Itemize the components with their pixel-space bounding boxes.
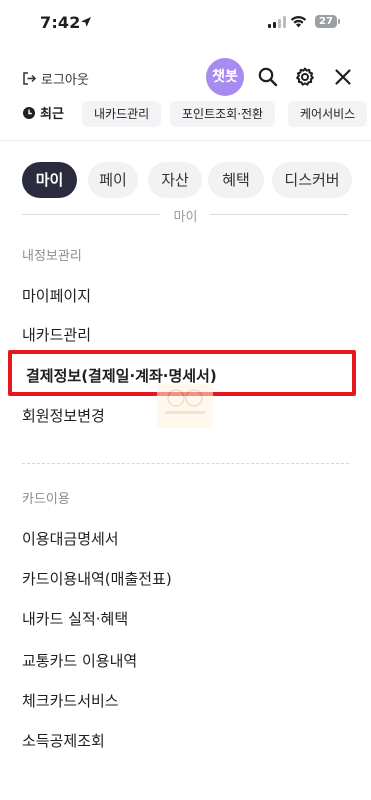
close-icon[interactable]	[332, 66, 354, 88]
menu-item-mypage[interactable]: 마이페이지	[22, 285, 91, 306]
tab-discover[interactable]: 디스커버	[272, 162, 352, 198]
wifi-icon	[290, 16, 307, 28]
group-title-my-info: 내정보관리	[22, 249, 82, 264]
recent-chip[interactable]: 내카드관리	[82, 101, 162, 127]
menu-item-member-info[interactable]: 회원정보변경	[22, 405, 105, 426]
clock-icon	[23, 106, 35, 119]
location-arrow-icon	[81, 17, 91, 27]
section-title: 마이	[173, 210, 198, 225]
header-divider	[0, 140, 371, 141]
tab-asset[interactable]: 자산	[148, 162, 202, 198]
logout-icon	[23, 71, 37, 85]
search-icon[interactable]	[257, 66, 279, 88]
recent-chip[interactable]: 포인트조회·전환	[170, 101, 276, 127]
menu-item-statement[interactable]: 이용대금명세서	[22, 528, 119, 549]
recent-label: 최근	[22, 103, 64, 122]
watermark-logo	[157, 384, 213, 428]
menu-item-payment-info[interactable]: 결제정보(결제일·계좌·명세서)	[26, 365, 217, 386]
gear-icon[interactable]	[294, 66, 316, 88]
menu-item-tax-deduction[interactable]: 소득공제조회	[22, 730, 105, 751]
battery-indicator: 27	[315, 15, 337, 28]
recent-chip[interactable]: 케어서비스	[288, 101, 368, 127]
chatbot-button[interactable]: 챗봇	[206, 58, 244, 96]
menu-item-card-manage[interactable]: 내카드관리	[22, 324, 91, 345]
cellular-signal-icon	[268, 16, 286, 28]
status-time: 7:42	[40, 13, 81, 32]
logout-button[interactable]: 로그아웃	[22, 69, 89, 88]
tab-my[interactable]: 마이	[22, 162, 77, 198]
section-line-right	[210, 214, 348, 215]
tab-benefit[interactable]: 혜택	[208, 162, 264, 198]
tab-pay[interactable]: 페이	[88, 162, 138, 198]
menu-item-check-card[interactable]: 체크카드서비스	[22, 690, 119, 711]
recent-text: 최근	[40, 107, 64, 122]
menu-item-card-history[interactable]: 카드이용내역(매출전표)	[22, 568, 172, 589]
group-title-card-use: 카드이용	[22, 492, 70, 507]
menu-item-transit-history[interactable]: 교통카드 이용내역	[22, 650, 137, 671]
status-bar: 7:42 27	[0, 0, 371, 46]
section-heading: 마이	[0, 204, 371, 225]
group-divider	[22, 463, 349, 464]
logout-label: 로그아웃	[41, 72, 89, 88]
menu-item-card-performance[interactable]: 내카드 실적·혜택	[22, 608, 128, 629]
battery-tip	[338, 19, 340, 24]
